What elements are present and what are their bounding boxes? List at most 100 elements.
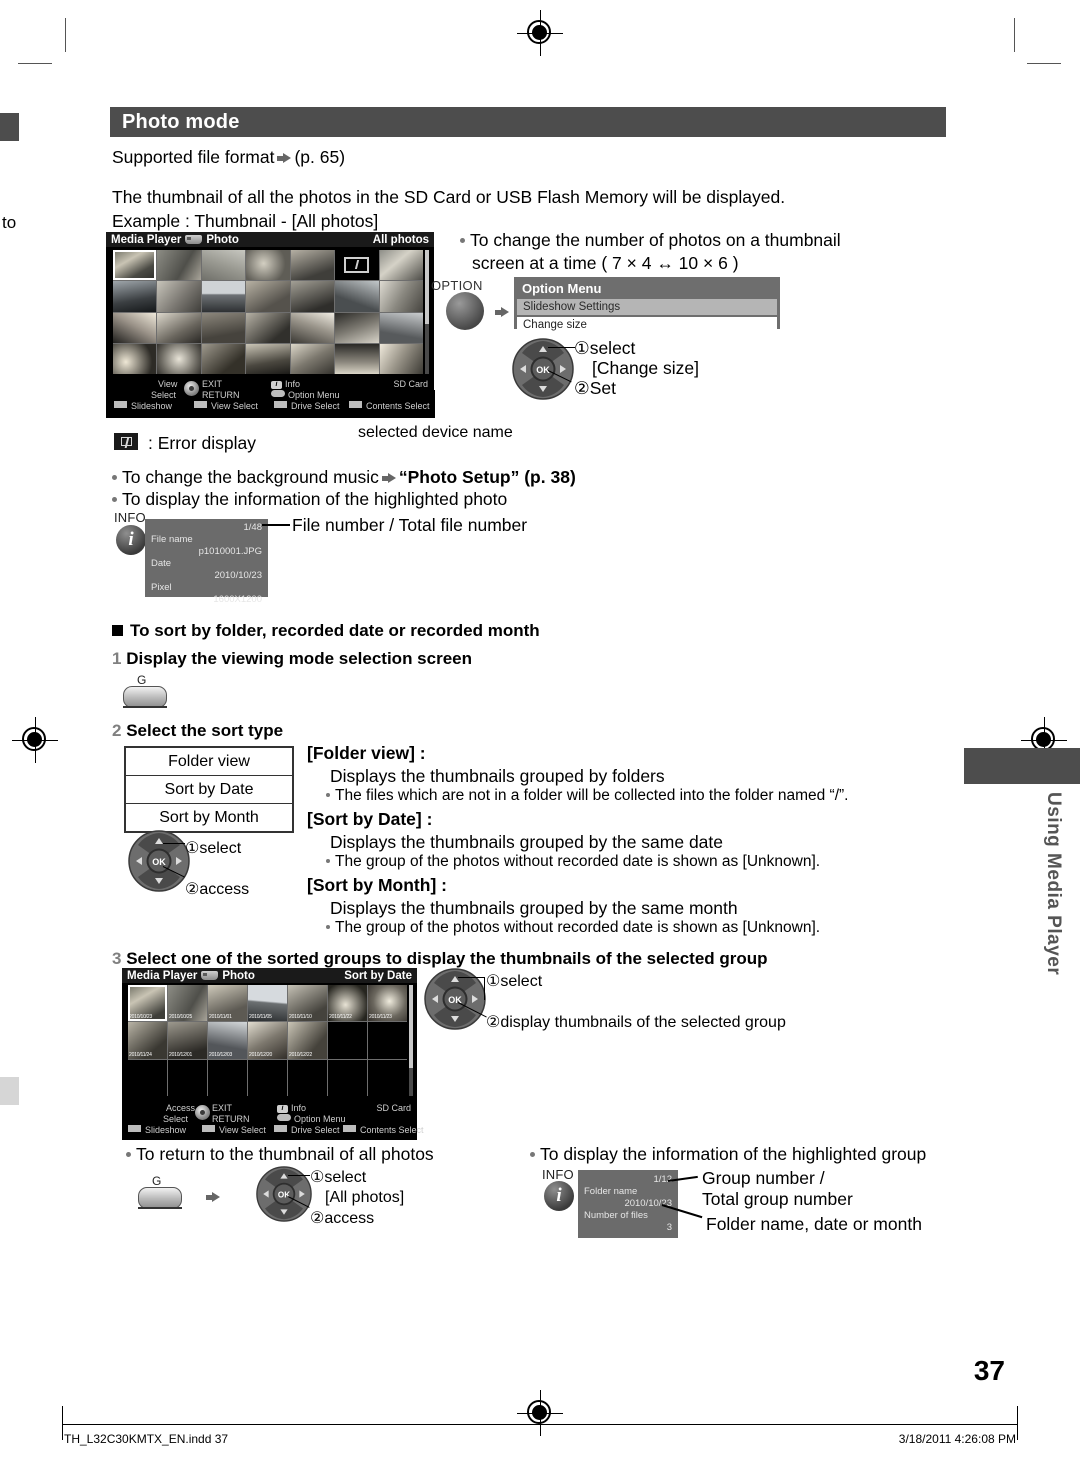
info-button-label-group: INFO	[542, 1167, 574, 1182]
thumbnail-cell[interactable]	[157, 250, 201, 281]
group-footer-row-3: Slideshow View Select Drive Select Conte…	[122, 1125, 424, 1136]
color-key-blue-icon	[349, 401, 362, 408]
bullet-icon	[112, 475, 117, 480]
viewing-mode-button-1[interactable]	[123, 686, 167, 708]
viewing-mode-button-2[interactable]	[138, 1187, 182, 1209]
group-cell[interactable]: 2010/11/23	[368, 985, 407, 1022]
thumbnail-cell[interactable]	[290, 281, 335, 312]
group-footer-contents-select-label: Contents Select	[360, 1125, 424, 1135]
option-button[interactable]	[446, 292, 484, 330]
group-cell[interactable]: 2010/10/23	[128, 985, 167, 1022]
supported-format-label: Supported file format	[112, 147, 275, 167]
group-footer-select: Select	[163, 1114, 189, 1124]
step3-select-num: ①	[486, 973, 501, 990]
sort-step1: 1 Display the viewing mode selection scr…	[112, 648, 472, 670]
option-menu-item-slideshow-settings[interactable]: Slideshow Settings	[517, 299, 777, 315]
change-size-bullet-line1: To change the number of photos on a thum…	[460, 229, 841, 252]
thumbnail-cell[interactable]	[379, 281, 423, 312]
group-cell[interactable]: 2010/11/22	[328, 985, 367, 1022]
bullet-icon	[530, 1152, 535, 1157]
thumbnail-cell[interactable]	[335, 343, 379, 374]
info-button-group[interactable]: i	[544, 1181, 574, 1211]
desc-sort-month-title: [Sort by Month] :	[307, 875, 447, 895]
photo-info-label-filename: File name	[151, 534, 193, 545]
bullet-icon	[326, 859, 330, 863]
thumbnail-cell-error[interactable]	[335, 250, 379, 281]
group-info-text: To display the information of the highli…	[530, 1143, 926, 1166]
thumbnail-cell[interactable]	[246, 343, 290, 374]
change-size-text1: To change the number of photos on a thum…	[470, 230, 841, 250]
return-all-text: To return to the thumbnail of all photos	[126, 1143, 434, 1166]
group-footer-info-label: Info	[291, 1103, 307, 1113]
crop-mark-top-left-h	[18, 63, 52, 64]
group-cell[interactable]: 2010/12/01	[168, 1022, 207, 1059]
dpad-return-leader-select	[288, 1175, 310, 1176]
option-menu: Option Menu Slideshow Settings Change si…	[514, 277, 780, 333]
footer-view: View	[158, 379, 177, 390]
thumbnail-cell[interactable]	[201, 343, 246, 374]
group-cell[interactable]: 2010/12/03	[208, 1022, 247, 1059]
group-screen-title-photo: Photo	[222, 969, 255, 982]
group-cell[interactable]: 2010/11/01	[208, 985, 247, 1022]
dpad-sort[interactable]: OK	[128, 830, 190, 892]
thumbnail-cell[interactable]	[113, 312, 157, 343]
thumbnail-cell[interactable]	[201, 250, 246, 281]
thumbnail-cell[interactable]	[201, 312, 246, 343]
thumbnail-cell[interactable]	[246, 250, 290, 281]
thumbnail-cell[interactable]	[201, 281, 246, 312]
step3-access-num: ②	[486, 1014, 501, 1031]
thumbnail-cell[interactable]	[335, 281, 379, 312]
color-key-green-icon	[202, 1125, 215, 1132]
thumbnail-cell[interactable]	[379, 343, 423, 374]
thumbnail-cell[interactable]	[290, 250, 335, 281]
thumbnail-cell[interactable]	[335, 312, 379, 343]
thumbnail-cell[interactable]	[290, 343, 335, 374]
thumbnail-cell[interactable]	[246, 281, 290, 312]
group-info-callout-line3: Folder name, date or month	[706, 1214, 922, 1234]
sort-step2: 2 Select the sort type	[112, 720, 283, 742]
note-bgm: To change the background music “Photo Set…	[112, 466, 576, 489]
group-info-label-count: Number of files	[584, 1210, 648, 1221]
color-key-yellow-icon	[274, 401, 287, 408]
group-cell[interactable]: 2010/11/10	[288, 985, 327, 1022]
group-cell[interactable]: 2010/11/05	[248, 985, 287, 1022]
group-cell[interactable]: 2010/12/22	[288, 1022, 327, 1059]
registration-mark-top	[517, 10, 563, 56]
sort-option-sort-by-month[interactable]: Sort by Month	[126, 804, 292, 831]
bullet-icon	[112, 497, 117, 502]
photo-info-label-date: Date	[151, 558, 172, 569]
thumbnail-scrollbar[interactable]	[425, 250, 429, 374]
thumbnail-cell[interactable]	[113, 281, 157, 312]
left-edge-marker-bottom	[0, 1077, 19, 1105]
thumbnail-cell[interactable]	[157, 343, 201, 374]
photo-info-value-date: 2010/10/23	[214, 570, 262, 581]
group-cell[interactable]: 2010/10/25	[168, 985, 207, 1022]
crop-mark-top-right-v	[1014, 18, 1015, 52]
thumbnail-cell[interactable]	[290, 312, 335, 343]
thumbnail-cell[interactable]	[379, 250, 423, 281]
dpad-icon: OK	[128, 830, 190, 892]
footer-slideshow-label: Slideshow	[131, 401, 173, 411]
g-button-underline-2	[138, 1207, 182, 1209]
group-info-callout-line1: Group number /	[702, 1168, 825, 1188]
thumbnail-cell[interactable]	[113, 343, 157, 374]
thumbnail-cell[interactable]	[113, 250, 157, 281]
page-title: Photo mode	[110, 107, 946, 137]
group-cell[interactable]: 2010/11/24	[128, 1022, 167, 1059]
sort-type-list: Folder view Sort by Date Sort by Month	[124, 746, 294, 833]
group-date-label: 2010/11/24	[129, 1051, 152, 1058]
thumbnail-cell[interactable]	[379, 312, 423, 343]
thumbnail-grid	[113, 250, 423, 374]
sort-option-sort-by-date[interactable]: Sort by Date	[126, 776, 292, 804]
group-cell[interactable]: 2010/12/20	[248, 1022, 287, 1059]
group-scrollbar[interactable]	[409, 985, 413, 1096]
thumbnail-cell[interactable]	[157, 312, 201, 343]
footer-select: Select	[151, 390, 177, 400]
dpad-step3-leader-select-h	[458, 977, 485, 978]
note-bgm-link[interactable]: “Photo Setup” (p. 38)	[399, 467, 576, 487]
thumbnail-cell[interactable]	[246, 312, 290, 343]
info-button-photo[interactable]: i	[116, 525, 146, 555]
option-menu-item-change-size[interactable]: Change size	[517, 317, 777, 333]
thumbnail-cell[interactable]	[157, 281, 201, 312]
sort-option-folder-view[interactable]: Folder view	[126, 748, 292, 776]
